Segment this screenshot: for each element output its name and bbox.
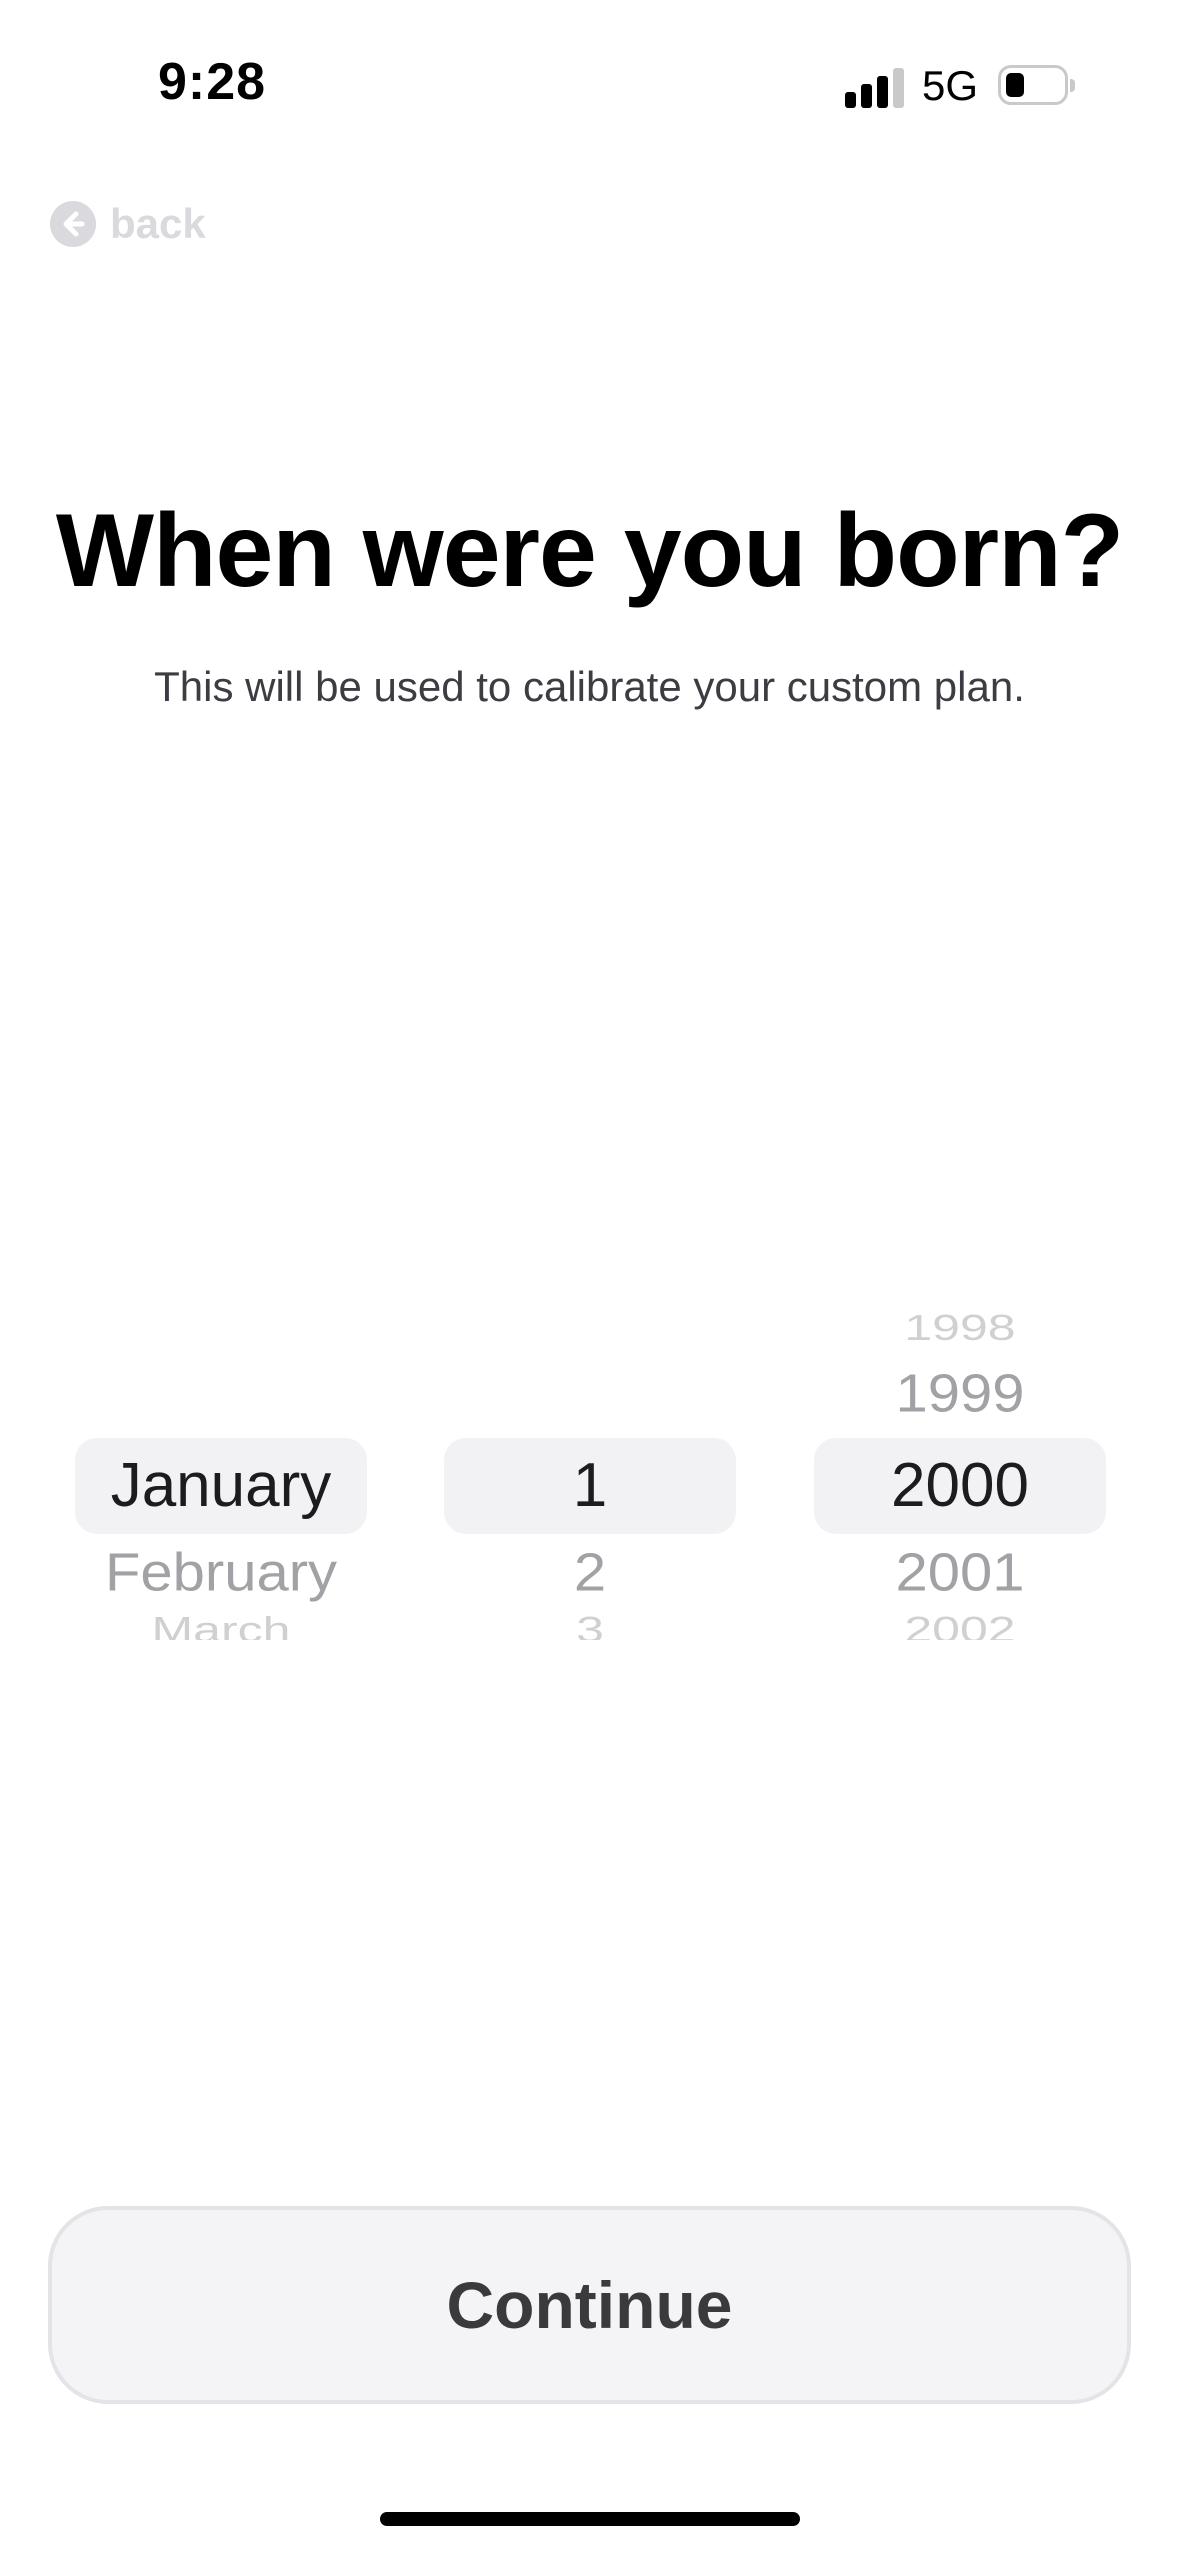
year-option[interactable]: 2002 <box>814 1608 1106 1640</box>
back-arrow-icon <box>50 201 96 247</box>
year-option[interactable]: 2001 <box>814 1538 1106 1608</box>
day-option[interactable]: 3 <box>444 1608 736 1640</box>
back-label: back <box>110 200 206 247</box>
birthdate-picker[interactable]: January February March 1 2 3 1998 1999 2… <box>0 1290 1179 1690</box>
month-selected[interactable]: January <box>75 1443 367 1529</box>
cellular-signal-icon <box>845 66 905 108</box>
year-option[interactable]: 1998 <box>814 1308 1106 1348</box>
network-type: 5G <box>922 62 979 109</box>
year-wheel[interactable]: 1998 1999 2000 2001 2002 <box>814 1290 1106 1690</box>
status-time: 9:28 <box>158 53 267 111</box>
month-option[interactable]: March <box>75 1608 367 1640</box>
day-wheel[interactable]: 1 2 3 <box>444 1290 736 1690</box>
page-subtitle: This will be used to calibrate your cust… <box>154 663 1025 710</box>
year-selected[interactable]: 2000 <box>814 1443 1106 1529</box>
page-title: When were you born? <box>55 493 1124 609</box>
day-selected[interactable]: 1 <box>444 1443 736 1529</box>
day-option[interactable]: 2 <box>444 1538 736 1608</box>
continue-label: Continue <box>446 2268 733 2342</box>
home-indicator <box>380 2512 800 2526</box>
continue-button[interactable]: Continue <box>48 2206 1131 2404</box>
back-button[interactable]: back <box>50 200 206 248</box>
battery-icon <box>998 65 1075 105</box>
month-option[interactable]: February <box>75 1538 367 1608</box>
month-wheel[interactable]: January February March <box>75 1290 367 1690</box>
year-option[interactable]: 1999 <box>814 1359 1106 1429</box>
